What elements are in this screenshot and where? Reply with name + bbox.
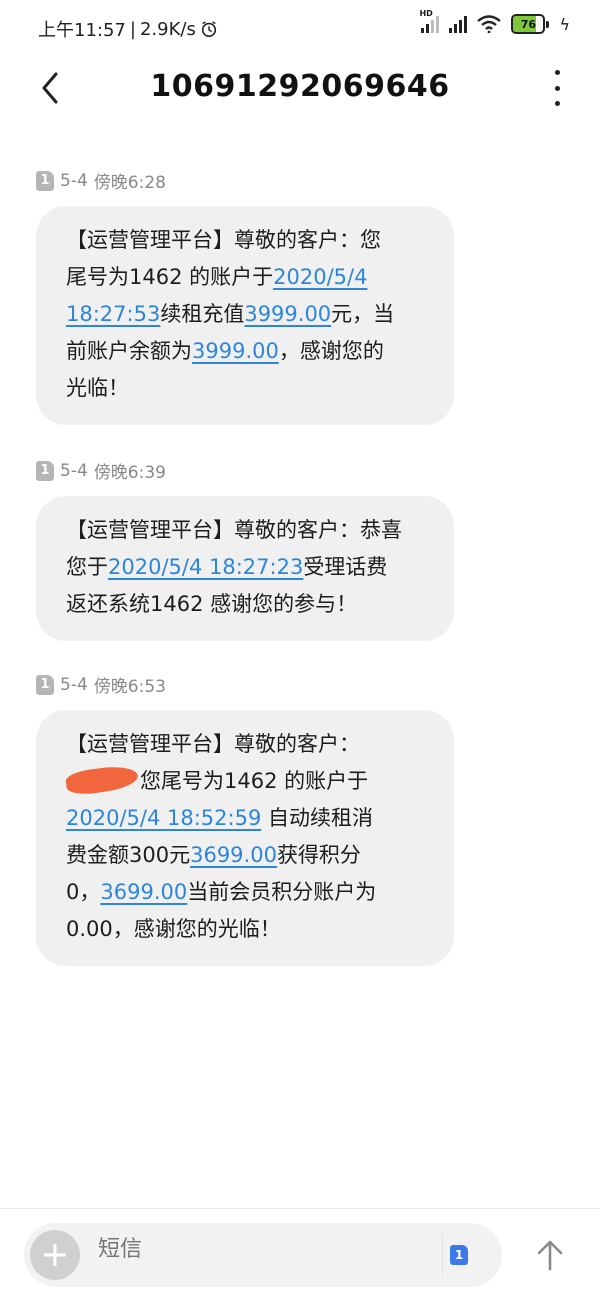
message-line: 【运营管理平台】尊敬的客户：您: [66, 222, 424, 259]
message-line: 返还系统1462 感谢您的参与！: [66, 586, 424, 623]
message-link[interactable]: 3999.00: [244, 302, 331, 326]
alarm-icon: [201, 21, 216, 38]
conversation-title: 10691292069646: [150, 69, 450, 104]
message-text: 续租充值: [160, 302, 245, 326]
message-bubble[interactable]: 【运营管理平台】尊敬的客户：您 尾号为1462 的账户于2020/5/4 18:27…: [36, 206, 454, 425]
redaction-mark: [64, 763, 140, 797]
message-link[interactable]: 3699.00: [100, 880, 187, 904]
message-text: 您于: [66, 555, 108, 579]
message-line: 您于2020/5/4 18:27:23受理话费: [66, 549, 424, 586]
message-line: 【运营管理平台】尊敬的客户：: [66, 726, 424, 763]
status-time: 上午11:57: [38, 20, 126, 41]
message-text: 费金额300元: [66, 843, 191, 867]
message-text: 返还系统1462 感谢您的参与！: [66, 592, 358, 616]
message-date: 5-4: [60, 674, 88, 695]
message-link[interactable]: 3699.00: [190, 843, 277, 867]
compose-bar: 1: [0, 1208, 600, 1301]
status-bar: 上午11:57 | 2.9K/s HD 76 ϟ: [0, 0, 600, 56]
message-link[interactable]: 18:27:53: [66, 302, 160, 326]
message-line: 18:27:53续租充值3999.00元，当: [66, 296, 424, 333]
compose-field-wrapper: 1: [24, 1223, 502, 1287]
message-line: 2020/5/4 18:52:59 自动续租消: [66, 800, 424, 837]
message-link[interactable]: 2020/5/4 18:27:23: [108, 555, 303, 579]
status-left: 上午11:57 | 2.9K/s: [38, 16, 218, 42]
message-text: 光临！: [66, 376, 129, 400]
wifi-icon: [477, 15, 502, 33]
message-text: 自动续租消: [261, 806, 373, 830]
message-line: 光临！: [66, 370, 424, 407]
sim-card-icon: 1: [36, 460, 54, 481]
message-line: 尾号为1462 的账户于2020/5/4: [66, 259, 424, 296]
compose-divider: [442, 1235, 443, 1275]
message-line: 费金额300元3699.00获得积分: [66, 837, 424, 874]
message-time: 傍晚6:53: [93, 677, 166, 697]
message-text: 0，: [66, 880, 101, 904]
sms-input[interactable]: [96, 1236, 400, 1263]
hd-label: HD: [419, 9, 433, 18]
message-line: 您尾号为1462 的账户于: [64, 763, 424, 800]
message-text: 元，当: [331, 302, 395, 326]
message-meta: 1 5-4 傍晚6:53: [36, 672, 454, 697]
message-meta: 1 5-4 傍晚6:28: [36, 168, 454, 193]
signal-hd-icon: HD: [419, 9, 440, 33]
message-line: 0，3699.00当前会员积分账户为: [66, 874, 424, 911]
signal-icon: [449, 15, 468, 33]
message-line: 0.00，感谢您的光临！: [66, 911, 424, 948]
message-link[interactable]: 2020/5/4 18:52:59: [66, 806, 261, 830]
message-item: 1 5-4 傍晚6:53 【运营管理平台】尊敬的客户： 您尾号为1462 的账户于…: [36, 672, 454, 966]
plus-icon[interactable]: [30, 1230, 80, 1280]
message-text: 0.00，感谢您的光临！: [66, 917, 281, 941]
sim-card-icon: 1: [36, 674, 54, 695]
message-bubble[interactable]: 【运营管理平台】尊敬的客户：恭喜 您于2020/5/4 18:27:23受理话费返…: [36, 496, 454, 641]
message-meta: 1 5-4 傍晚6:39: [36, 458, 454, 483]
message-text: 【运营管理平台】尊敬的客户：您: [66, 228, 381, 252]
battery-level: 76: [520, 17, 537, 31]
message-text: 【运营管理平台】尊敬的客户：恭喜: [66, 518, 402, 542]
message-item: 1 5-4 傍晚6:39 【运营管理平台】尊敬的客户：恭喜 您于2020/5/4 …: [36, 458, 454, 641]
message-text: 受理话费: [303, 555, 388, 579]
message-time: 傍晚6:39: [93, 463, 166, 483]
charging-icon: ϟ: [559, 14, 570, 34]
network-speed: 2.9K/s: [139, 18, 196, 40]
sim-card-icon: 1: [36, 170, 54, 191]
message-text: ，感谢您的: [278, 339, 384, 363]
status-separator: |: [129, 18, 136, 40]
message-item: 1 5-4 傍晚6:28 【运营管理平台】尊敬的客户：您 尾号为1462 的账户于…: [36, 168, 454, 425]
message-text: 尾号为1462 的账户于: [66, 265, 274, 289]
message-link[interactable]: 2020/5/4: [273, 265, 367, 289]
send-arrow-icon[interactable]: [536, 1239, 564, 1271]
message-date: 5-4: [60, 170, 88, 191]
conversation-header: 10691292069646: [0, 56, 600, 120]
message-time: 傍晚6:28: [93, 173, 166, 193]
status-right: HD 76 ϟ: [419, 9, 570, 34]
battery-icon: 76: [511, 14, 550, 34]
message-bubble[interactable]: 【运营管理平台】尊敬的客户： 您尾号为1462 的账户于 2020/5/4 18:5…: [36, 710, 454, 966]
message-text: 当前会员积分账户为: [187, 880, 377, 904]
more-vertical-icon[interactable]: [550, 70, 564, 106]
message-text: 您尾号为1462 的账户于: [140, 769, 369, 793]
sim-select-icon[interactable]: 1: [450, 1245, 468, 1265]
message-text: 前账户余额为: [66, 339, 192, 363]
message-line: 【运营管理平台】尊敬的客户：恭喜: [66, 512, 424, 549]
message-link[interactable]: 3999.00: [192, 339, 279, 363]
message-text: 获得积分: [276, 843, 361, 867]
message-line: 前账户余额为3999.00，感谢您的: [66, 333, 424, 370]
message-date: 5-4: [60, 460, 88, 481]
message-text: 【运营管理平台】尊敬的客户：: [66, 732, 360, 756]
